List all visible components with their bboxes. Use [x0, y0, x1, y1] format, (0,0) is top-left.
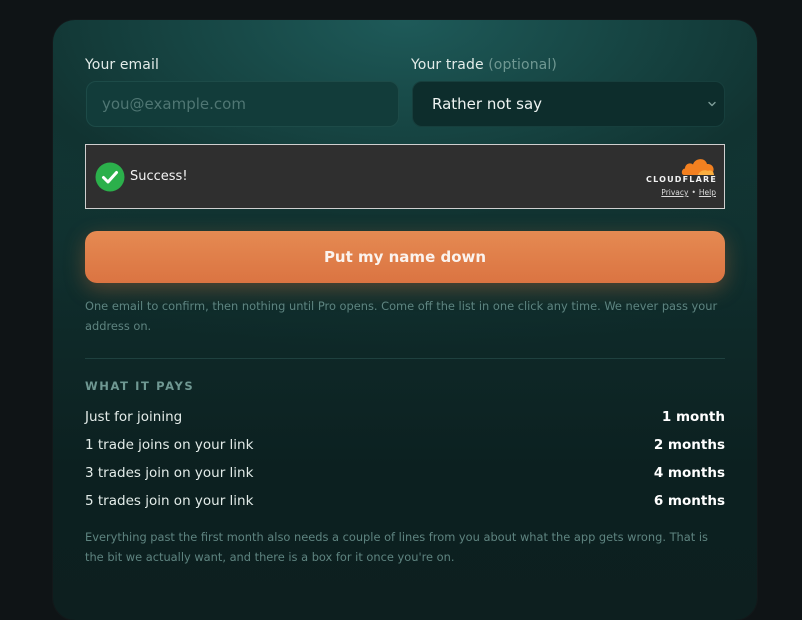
pays-row-value: 4 months: [653, 465, 725, 481]
put-my-name-down-button[interactable]: Put my name down: [85, 231, 725, 283]
cloudflare-cloud-icon: [681, 159, 714, 175]
captcha-status: Success!: [130, 169, 188, 184]
pays-row-value: 1 month: [661, 409, 725, 425]
pays-row: 1 trade joins on your link 2 months: [85, 437, 725, 457]
trade-selected-value: Rather not say: [432, 95, 543, 113]
trade-label-text: Your trade: [411, 57, 484, 73]
pays-row-value: 6 months: [653, 493, 725, 509]
trade-label: Your trade (optional): [411, 57, 557, 73]
email-field[interactable]: [86, 81, 399, 127]
pays-row: Just for joining 1 month: [85, 409, 725, 429]
section-divider: [85, 358, 725, 359]
captcha-links: Privacy • Help: [661, 188, 716, 197]
pays-row-label: 1 trade joins on your link: [85, 437, 254, 453]
success-check-icon: [95, 162, 125, 192]
link-separator: •: [691, 188, 696, 197]
email-label: Your email: [85, 57, 159, 73]
pays-row-value: 2 months: [653, 437, 725, 453]
pays-row-label: 3 trades join on your link: [85, 465, 254, 481]
trade-optional-hint: (optional): [488, 57, 557, 73]
privacy-link[interactable]: Privacy: [661, 188, 688, 197]
chevron-down-icon: [708, 101, 716, 107]
help-link[interactable]: Help: [699, 188, 716, 197]
footer-note: Everything past the first month also nee…: [85, 530, 708, 564]
privacy-note: One email to confirm, then nothing until…: [85, 299, 718, 333]
pays-row-label: 5 trades join on your link: [85, 493, 254, 509]
email-input[interactable]: [87, 82, 398, 126]
cloudflare-logo-text: CLOUDFLARE: [646, 175, 717, 184]
pays-row-label: Just for joining: [85, 409, 183, 425]
pays-row: 5 trades join on your link 6 months: [85, 493, 725, 513]
pays-row: 3 trades join on your link 4 months: [85, 465, 725, 485]
captcha-widget[interactable]: Success! CLOUDFLARE Privacy • Help: [85, 144, 725, 209]
trade-select[interactable]: Rather not say: [412, 81, 725, 127]
what-it-pays-title: WHAT IT PAYS: [85, 379, 195, 393]
